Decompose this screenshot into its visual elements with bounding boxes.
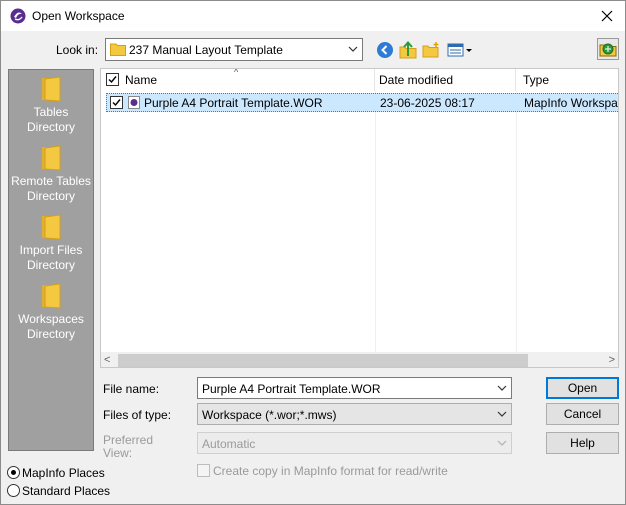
scroll-left-icon[interactable]: < [104, 354, 110, 366]
chevron-down-icon[interactable] [497, 383, 507, 393]
folder-icon [42, 283, 61, 309]
place-label-line2: Directory [26, 189, 75, 203]
file-name-value: Purple A4 Portrait Template.WOR [202, 382, 381, 396]
file-list[interactable]: ^ Name Date modified Type Purple A4 Port… [100, 68, 619, 368]
title-bar: Open Workspace [1, 1, 625, 31]
folder-icon [42, 214, 61, 240]
close-icon [601, 10, 613, 22]
table-row[interactable]: Purple A4 Portrait Template.WOR 23-06-20… [106, 93, 618, 112]
preferred-view-label-line1: Preferred [103, 433, 154, 447]
new-folder-icon[interactable] [422, 41, 440, 59]
folder-icon [42, 145, 61, 171]
place-workspaces-directory[interactable]: Workspaces Directory [9, 283, 93, 342]
preferred-view-label: Preferred View: [103, 434, 153, 460]
look-in-label: Look in: [56, 43, 99, 57]
look-in-value: 237 Manual Layout Template [129, 43, 283, 57]
file-type-cell: MapInfo Workspace [524, 96, 618, 110]
scrollbar-thumb[interactable] [118, 354, 528, 367]
chevron-down-icon [348, 46, 358, 52]
files-of-type-value: Workspace (*.wor;*.mws) [202, 408, 337, 422]
place-import-files-directory[interactable]: Import Files Directory [9, 214, 93, 273]
preferred-view-label-line2: View: [103, 446, 133, 460]
column-name-label: Name [125, 73, 158, 87]
chevron-down-icon [497, 411, 507, 417]
file-name-label: File name: [103, 382, 160, 396]
column-type-label: Type [523, 73, 550, 87]
column-divider [375, 91, 376, 356]
open-workspace-dialog: Open Workspace Look in: 237 Manual Layou… [0, 0, 626, 505]
folder-icon [110, 43, 126, 56]
create-copy-checkbox [197, 464, 210, 477]
place-label-line1: Tables [33, 105, 69, 119]
cancel-button[interactable]: Cancel [546, 403, 619, 425]
place-tables-directory[interactable]: Tables Directory [9, 76, 93, 135]
back-icon[interactable] [376, 41, 394, 59]
workspace-file-icon [128, 96, 140, 109]
window-title: Open Workspace [32, 9, 125, 23]
checkmark-icon [108, 76, 117, 84]
place-label-line2: Directory [26, 258, 75, 272]
column-header-date[interactable]: Date modified [375, 69, 516, 91]
row-checkbox[interactable] [110, 96, 123, 109]
file-date-cell: 23-06-2025 08:17 [380, 96, 475, 110]
column-header-type[interactable]: Type [516, 69, 618, 91]
preferred-view-value: Automatic [202, 437, 256, 451]
help-button[interactable]: Help [546, 432, 619, 454]
open-button[interactable]: Open [546, 377, 619, 399]
place-label-line2: Directory [26, 120, 75, 134]
place-label-line2: Directory [26, 327, 75, 341]
checkmark-icon [112, 99, 121, 107]
look-in-combo[interactable]: 237 Manual Layout Template [105, 38, 363, 61]
files-of-type-select[interactable]: Workspace (*.wor;*.mws) [197, 403, 512, 425]
places-bar: Tables Directory Remote Tables Directory… [8, 69, 94, 451]
horizontal-scrollbar[interactable]: < > [101, 352, 618, 367]
preferred-view-select: Automatic [197, 432, 512, 454]
file-name-cell: Purple A4 Portrait Template.WOR [144, 96, 323, 110]
create-copy-label: Create copy in MapInfo format for read/w… [213, 464, 448, 478]
close-button[interactable] [589, 1, 625, 31]
chevron-down-icon [497, 440, 507, 446]
radio-unselected[interactable] [7, 484, 20, 497]
view-menu-icon[interactable] [447, 41, 473, 59]
column-date-label: Date modified [379, 73, 454, 87]
mapinfo-app-icon [10, 8, 26, 24]
workspace-browser-button[interactable] [597, 38, 619, 60]
files-of-type-label: Files of type: [103, 408, 172, 422]
standard-places-label: Standard Places [22, 484, 111, 498]
place-label-line1: Workspaces [18, 312, 84, 326]
map-folder-icon [599, 43, 617, 57]
column-divider [516, 91, 517, 356]
radio-selected[interactable] [7, 466, 20, 479]
scroll-right-icon[interactable]: > [609, 354, 615, 366]
column-header-name[interactable]: ^ Name [101, 69, 375, 91]
select-all-checkbox[interactable] [106, 73, 119, 86]
sort-ascending-icon: ^ [234, 68, 239, 77]
place-remote-tables-directory[interactable]: Remote Tables Directory [9, 145, 93, 204]
up-folder-icon[interactable] [399, 41, 417, 59]
place-label-line1: Import Files [19, 243, 83, 257]
mapinfo-places-label: MapInfo Places [22, 466, 105, 480]
folder-icon [42, 76, 61, 102]
file-name-input[interactable]: Purple A4 Portrait Template.WOR [197, 377, 512, 399]
place-label-line1: Remote Tables [11, 174, 91, 188]
